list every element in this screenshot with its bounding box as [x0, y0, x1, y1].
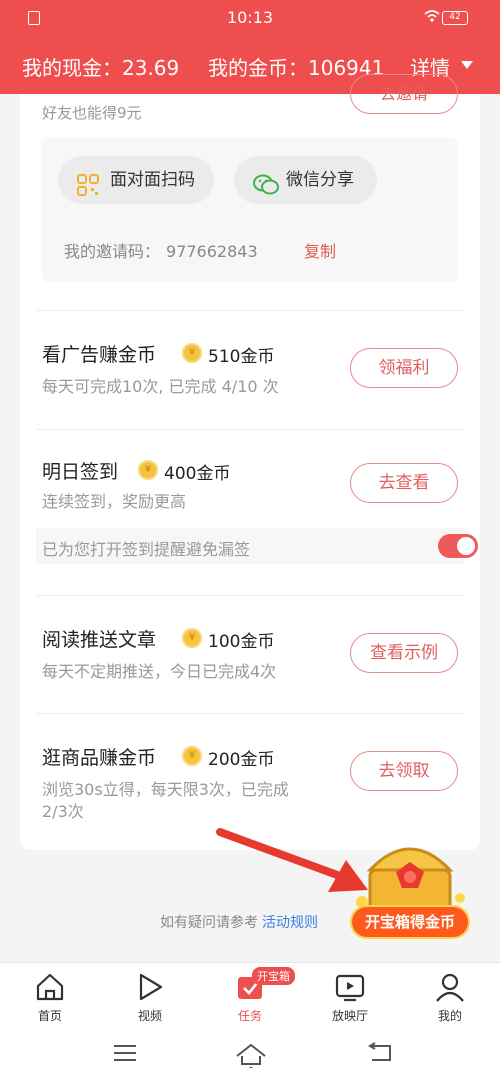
invite-code-value: 977662843 [166, 242, 258, 261]
system-navbar [0, 1030, 500, 1083]
tab-label: 视频 [137, 1009, 162, 1023]
home-nav-icon[interactable] [234, 1042, 268, 1072]
copy-code-button[interactable]: 复制 [304, 238, 336, 262]
tab-label: 放映厅 [331, 1009, 368, 1023]
tab-home[interactable]: 首页 [0, 963, 100, 1031]
treasure-badge: 开宝箱 [252, 967, 295, 985]
task-description: 连续签到，奖励更高 [42, 492, 187, 511]
claim-product-reward-button[interactable]: 去领取 [350, 751, 458, 791]
scan-label: 面对面扫码 [110, 170, 195, 190]
task-title: 逛商品赚金币 [42, 747, 157, 769]
task-title: 阅读推送文章 [42, 629, 157, 651]
scan-qr-button[interactable]: 面对面扫码 [58, 156, 214, 204]
view-example-button[interactable]: 查看示例 [350, 633, 458, 673]
reminder-toggle[interactable] [438, 534, 478, 558]
help-text: 如有疑问请参考 活动规则 [160, 912, 318, 932]
share-box: 面对面扫码 微信分享 我的邀请码： 977662843 复制 [42, 138, 458, 282]
qr-code-icon [76, 168, 100, 216]
divider [36, 310, 464, 311]
task-reward: 100金币 [208, 632, 275, 652]
task-description: 浏览30s立得，每天限3次，已完成 2/3次 [42, 779, 289, 823]
task-description: 每天可完成10次, 已完成 4/10 次 [42, 377, 279, 396]
wechat-icon [252, 168, 280, 216]
task-description-line: 浏览30s立得，每天限3次，已完成 [42, 780, 289, 799]
view-checkin-button[interactable]: 去查看 [350, 463, 458, 503]
battery-icon: 42 [442, 11, 468, 25]
coin-icon: ¥ [182, 343, 202, 363]
task-title: 看广告赚金币 [42, 344, 157, 366]
tv-icon [334, 971, 366, 1007]
reminder-text: 已为您打开签到提醒避免漏签 [42, 540, 251, 559]
tab-video[interactable]: 视频 [100, 963, 200, 1031]
task-card: 好友也能得9元 去邀请 面对面扫码 微信分享 我的邀请码： 977662843 复… [20, 74, 480, 850]
wechat-label: 微信分享 [286, 170, 354, 190]
coin-icon: ¥ [182, 746, 202, 766]
tab-theater[interactable]: 放映厅 [300, 963, 400, 1031]
invite-button[interactable]: 去邀请 [350, 74, 458, 114]
open-treasure-button[interactable]: 开宝箱得金币 [350, 905, 470, 939]
task-description: 每天不定期推送，今日已完成4次 [42, 662, 277, 681]
invite-code-label: 我的邀请码： [64, 242, 161, 261]
tab-tasks[interactable]: 开宝箱 任务 [200, 963, 300, 1031]
tab-label: 我的 [437, 1009, 462, 1023]
divider [36, 595, 464, 596]
menu-icon[interactable] [112, 1042, 138, 1068]
help-label: 如有疑问请参考 [160, 915, 258, 931]
invite-subtitle: 好友也能得9元 [42, 104, 142, 122]
toggle-knob [457, 537, 475, 555]
wifi-icon [424, 10, 440, 25]
tab-label: 首页 [37, 1009, 62, 1023]
task-reward: 510金币 [208, 347, 275, 367]
tab-me[interactable]: 我的 [400, 963, 500, 1031]
cash-balance: 我的现金：23.69 [22, 56, 180, 80]
divider [36, 713, 464, 714]
activity-rules-link[interactable]: 活动规则 [262, 915, 318, 931]
home-icon [34, 971, 66, 1007]
invite-code-row: 我的邀请码： 977662843 [64, 238, 258, 262]
status-bar: 10:13 42 [0, 0, 500, 36]
bottom-tabbar: 首页 视频 开宝箱 任务 放映厅 我的 [0, 962, 500, 1030]
caret-down-icon[interactable] [461, 61, 473, 69]
coin-icon: ¥ [138, 460, 158, 480]
wechat-share-button[interactable]: 微信分享 [234, 156, 377, 204]
task-reward: 200金币 [208, 750, 275, 770]
play-icon [134, 971, 166, 1007]
task-title: 明日签到 [42, 461, 119, 483]
task-reward: 400金币 [164, 464, 231, 484]
user-icon [434, 971, 466, 1007]
divider [36, 429, 464, 430]
coin-icon: ¥ [182, 628, 202, 648]
checkin-reminder-row: 已为您打开签到提醒避免漏签 [36, 528, 478, 564]
back-icon[interactable] [366, 1042, 394, 1068]
tab-label: 任务 [237, 1009, 262, 1023]
claim-benefit-button[interactable]: 领福利 [350, 348, 458, 388]
